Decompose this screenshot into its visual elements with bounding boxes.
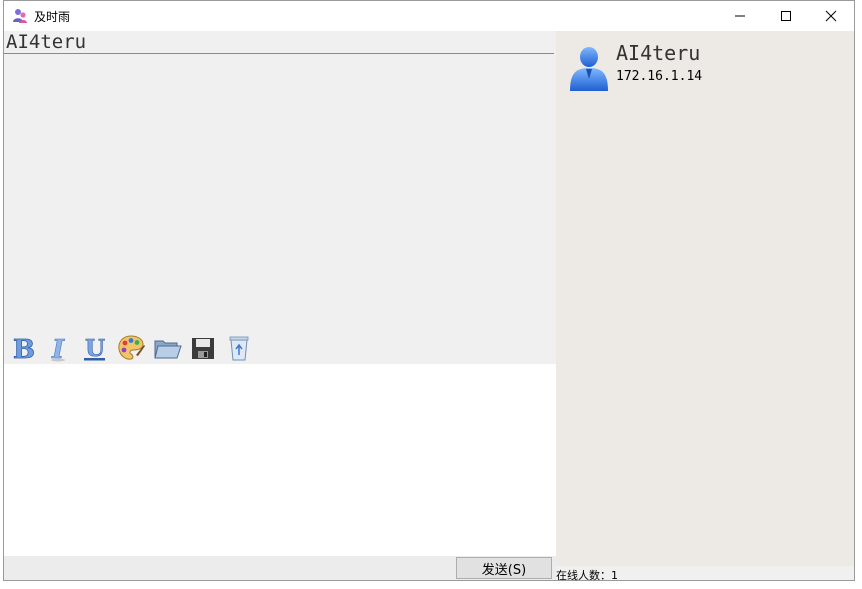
svg-text:U: U xyxy=(85,335,105,362)
user-avatar-icon xyxy=(570,47,608,91)
recycle-bin-icon[interactable] xyxy=(224,333,254,363)
underline-icon[interactable]: U xyxy=(80,333,110,363)
format-toolbar: B I U xyxy=(4,331,556,365)
online-count: 在线人数：1 xyxy=(556,569,618,582)
send-button[interactable]: 发送(S) xyxy=(456,557,552,579)
svg-text:B: B xyxy=(13,335,35,363)
user-list-item[interactable]: AI4teru 172.16.1.14 xyxy=(564,39,844,93)
chat-window: 及时雨 AI4teru B I U 发送(S) AI4teru 172.16.1… xyxy=(3,0,855,582)
chat-area: AI4teru B I U 发送(S) xyxy=(4,31,556,580)
chat-header: AI4teru xyxy=(4,31,554,54)
close-icon xyxy=(825,10,837,22)
italic-icon[interactable]: I xyxy=(44,333,74,363)
chat-partner-name: AI4teru xyxy=(6,31,87,53)
user-ip: 172.16.1.14 xyxy=(616,69,703,84)
title-bar[interactable]: 及时雨 xyxy=(4,1,854,31)
window-title: 及时雨 xyxy=(34,10,71,24)
maximize-icon xyxy=(781,11,791,21)
save-icon[interactable] xyxy=(188,333,218,363)
maximize-button[interactable] xyxy=(763,1,809,31)
minimize-button[interactable] xyxy=(717,1,763,31)
message-history[interactable] xyxy=(4,54,556,334)
folder-open-icon[interactable] xyxy=(152,333,182,363)
close-button[interactable] xyxy=(808,1,854,31)
palette-icon[interactable] xyxy=(116,333,146,363)
bold-icon[interactable]: B xyxy=(8,333,38,363)
message-input[interactable] xyxy=(4,364,556,556)
app-users-icon xyxy=(13,9,27,23)
minimize-icon xyxy=(735,15,745,17)
user-name: AI4teru xyxy=(616,41,701,65)
user-panel: AI4teru 172.16.1.14 在线人数：1 xyxy=(556,31,854,582)
